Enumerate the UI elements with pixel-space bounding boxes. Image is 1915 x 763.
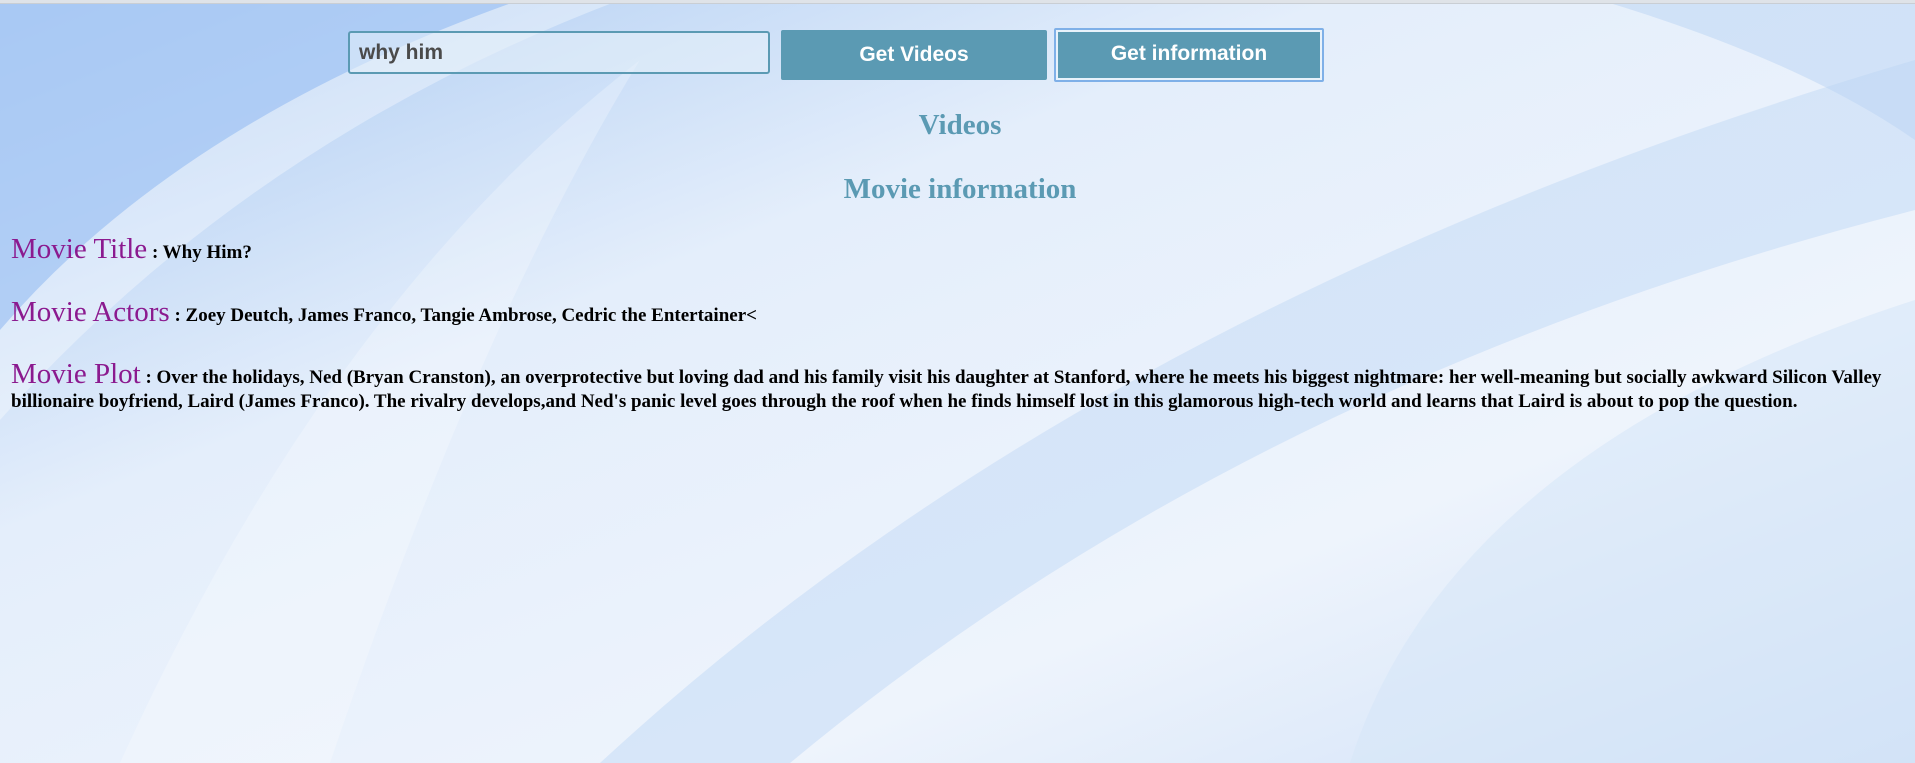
movie-actors-label: Movie Actors [11, 296, 170, 328]
movie-title-row: Movie Title : Why Him? [11, 235, 1891, 265]
get-videos-button[interactable]: Get Videos [781, 30, 1047, 80]
movie-plot-row: Movie Plot : Over the holidays, Ned (Bry… [11, 360, 1891, 414]
movie-title-label: Movie Title [11, 233, 148, 265]
movie-search-input[interactable] [348, 31, 770, 74]
movie-actors-value: : Zoey Deutch, James Franco, Tangie Ambr… [174, 305, 757, 326]
get-information-button[interactable]: Get information [1054, 28, 1324, 82]
movie-plot-label: Movie Plot [11, 358, 141, 390]
movie-actors-row: Movie Actors : Zoey Deutch, James Franco… [11, 298, 1891, 328]
movie-title-value: : Why Him? [151, 242, 252, 263]
movie-information-heading: Movie information [843, 173, 1077, 205]
browser-top-border [0, 0, 1915, 4]
videos-heading: Videos [918, 109, 1002, 141]
movie-plot-value: : Over the holidays, Ned (Bryan Cranston… [11, 367, 1882, 412]
